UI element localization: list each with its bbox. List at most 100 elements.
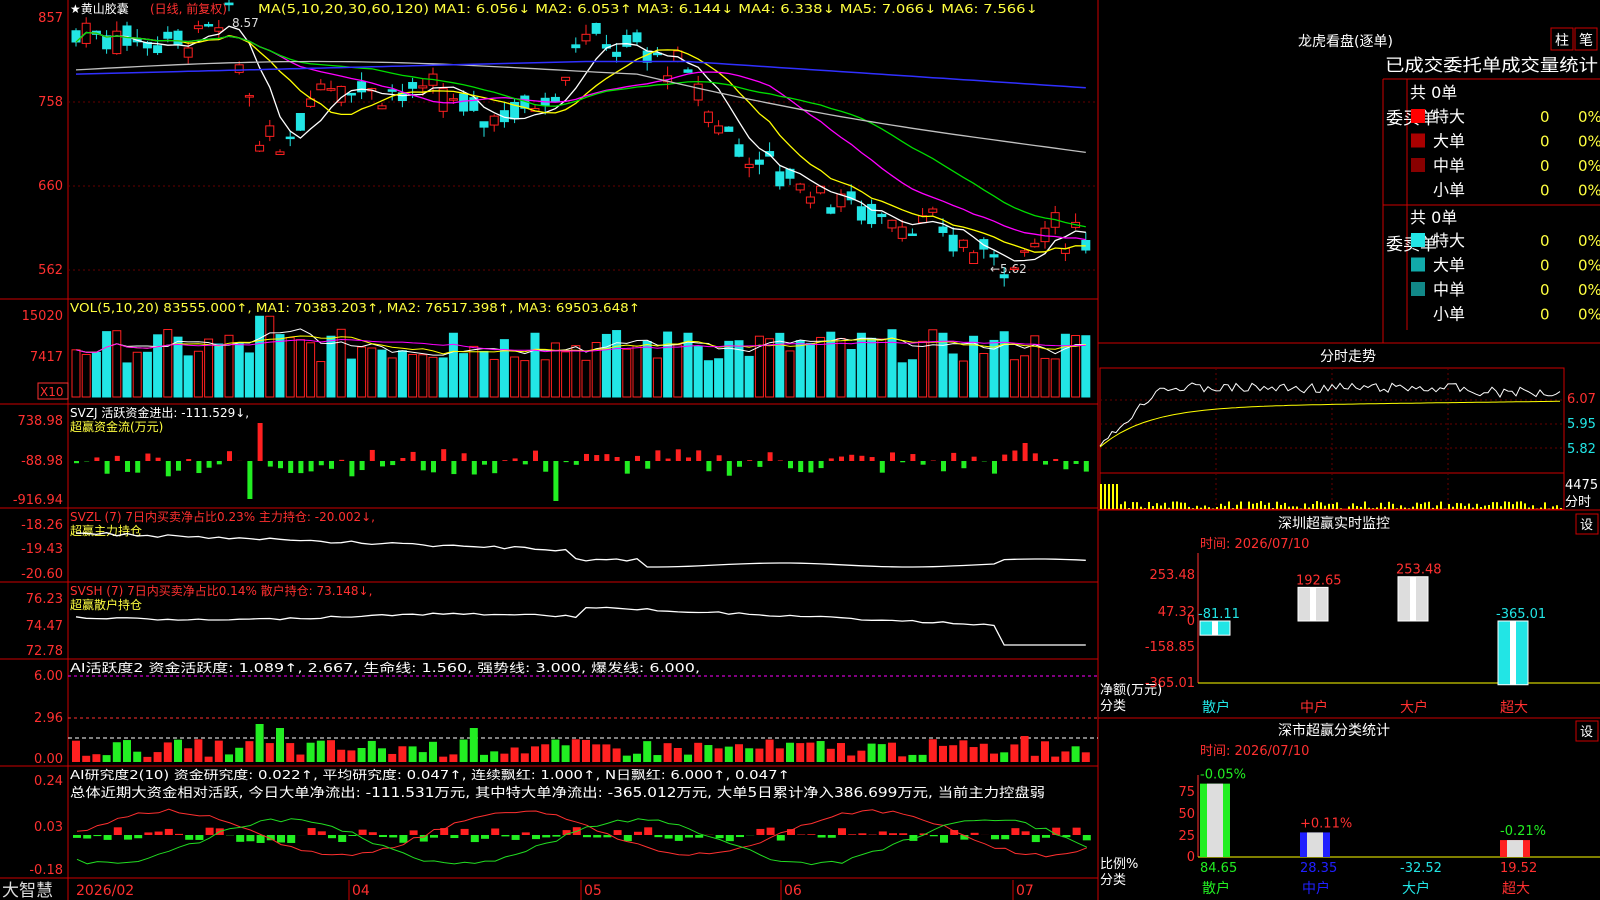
svzj-header: SVZJ 活跃资金进出: -111.529↓, bbox=[70, 405, 249, 420]
intraday-vol-bar bbox=[1212, 508, 1214, 509]
intraday-vol-bar bbox=[1440, 501, 1442, 509]
research-bar bbox=[929, 835, 938, 837]
volume-bar bbox=[377, 349, 387, 398]
volume-bar bbox=[744, 355, 754, 398]
money-flow-bar bbox=[288, 461, 294, 473]
money-flow-bar bbox=[655, 450, 661, 461]
intraday-vol-bar bbox=[1412, 506, 1414, 509]
candle-body bbox=[408, 82, 418, 89]
volume-bar bbox=[826, 331, 836, 398]
stats-tabs[interactable]: 已成交委托单成交量统计 bbox=[1385, 56, 1598, 76]
volume-bar bbox=[805, 342, 815, 398]
date-label: 2026/02 bbox=[76, 883, 134, 899]
research-bar bbox=[236, 835, 245, 842]
money-flow-bar bbox=[1053, 458, 1059, 461]
class-axis-ticks: 75 50 25 0 bbox=[1178, 785, 1195, 865]
intraday-vol-tick: 4475 bbox=[1565, 478, 1598, 493]
money-flow-bar bbox=[1063, 461, 1069, 470]
intraday-vol-bar bbox=[1264, 504, 1266, 509]
dragon-title: 龙虎看盘(逐单) bbox=[1298, 33, 1393, 50]
vol-tick: 7417 bbox=[30, 350, 63, 365]
money-flow-bar bbox=[890, 452, 895, 461]
candle-body bbox=[581, 33, 591, 42]
intraday-vol-bar bbox=[1556, 505, 1558, 509]
sz-bar-label: 大户 bbox=[1400, 699, 1428, 716]
money-flow-bar bbox=[165, 461, 171, 477]
sell-total: 共 0单 bbox=[1410, 208, 1457, 227]
volume-bar bbox=[867, 337, 877, 398]
research-bar bbox=[1072, 827, 1081, 835]
volume-bar bbox=[1040, 357, 1050, 398]
intraday-vol-bar bbox=[1208, 507, 1210, 509]
research-bar bbox=[205, 827, 214, 835]
volume-bar bbox=[887, 329, 897, 398]
money-flow-bar bbox=[696, 450, 702, 461]
activity-bar bbox=[735, 744, 743, 762]
research-bar bbox=[144, 832, 153, 835]
volume-bar bbox=[724, 340, 734, 398]
activity-bar bbox=[786, 742, 794, 762]
research-bar bbox=[419, 835, 428, 842]
candle-body bbox=[805, 196, 815, 204]
order-row-pct: 0% bbox=[1578, 306, 1600, 324]
intraday-vol-bar bbox=[1172, 501, 1174, 509]
stock-chart-canvas[interactable]: 857 758 660 562 ★黄山胶囊 (日线, 前复权) MA(5,10,… bbox=[0, 0, 1600, 900]
class-bar-label: 超大 bbox=[1502, 881, 1530, 897]
date-gridlines bbox=[348, 880, 1014, 900]
research-bar bbox=[154, 831, 163, 835]
candle-body bbox=[561, 76, 571, 81]
order-row-count: 0 bbox=[1540, 133, 1550, 151]
research-bar bbox=[134, 835, 143, 839]
order-row-pct: 0% bbox=[1578, 133, 1600, 151]
candle-body bbox=[897, 226, 907, 239]
candle-body bbox=[204, 24, 214, 27]
candle-body bbox=[714, 125, 724, 134]
money-flow-bar bbox=[879, 461, 885, 473]
activity-bar bbox=[306, 742, 315, 762]
intraday-vol-bar bbox=[1468, 503, 1470, 509]
volume-bar bbox=[673, 344, 683, 398]
candle-body bbox=[632, 32, 642, 43]
money-flow-bar bbox=[176, 461, 181, 471]
intraday-vol-bar bbox=[1524, 503, 1526, 509]
activity-bar bbox=[347, 750, 356, 762]
order-row-pct: 0% bbox=[1578, 257, 1600, 275]
activity-bar bbox=[520, 753, 529, 762]
money-flow-bar bbox=[737, 461, 742, 467]
sz-bar-highlight bbox=[1410, 576, 1416, 621]
intraday-vol-bar bbox=[1384, 507, 1386, 509]
intraday-vol-bar bbox=[1260, 501, 1262, 509]
stock-name: ★黄山胶囊 bbox=[70, 1, 129, 16]
candle-body bbox=[479, 121, 489, 128]
volume-bar bbox=[642, 340, 652, 398]
money-flow-bar bbox=[635, 455, 640, 461]
class-settings-label: 设 bbox=[1580, 725, 1593, 740]
sz-bar-label: 散户 bbox=[1202, 699, 1230, 716]
research-bar bbox=[827, 835, 836, 838]
money-flow-bar bbox=[543, 461, 549, 472]
svzl-tick: -18.26 bbox=[21, 518, 63, 533]
money-flow-bar bbox=[380, 461, 385, 467]
activity-bar bbox=[898, 756, 907, 762]
class-tick: 25 bbox=[1178, 829, 1195, 844]
vol-axis: 15020 7417 bbox=[22, 309, 63, 365]
order-row-label: 特大 bbox=[1433, 107, 1465, 126]
activity-bar bbox=[1020, 736, 1029, 762]
activity-bar bbox=[357, 747, 366, 762]
intraday-unit: 分时 bbox=[1565, 495, 1591, 510]
volume-bar bbox=[326, 335, 336, 398]
candle-body bbox=[612, 51, 622, 57]
class-bar-label: 大户 bbox=[1402, 880, 1430, 897]
volume-bar bbox=[530, 332, 540, 398]
volume-bar bbox=[693, 346, 703, 398]
candle-body bbox=[153, 45, 163, 54]
svzl-header: SVZL (7) 7日内买卖净占比0.23% 主力持仓: -20.002↓, bbox=[70, 509, 375, 524]
money-flow-bar bbox=[318, 461, 324, 466]
class-bar-value: 84.65 bbox=[1200, 861, 1237, 876]
order-row-label: 特大 bbox=[1433, 231, 1465, 250]
money-flow-bars bbox=[74, 423, 1089, 501]
money-flow-bar bbox=[227, 451, 232, 461]
intraday-vol-bar bbox=[1544, 502, 1546, 509]
svzj-sub: 超赢资金流(万元) bbox=[70, 419, 163, 434]
activity-bar bbox=[225, 754, 233, 762]
